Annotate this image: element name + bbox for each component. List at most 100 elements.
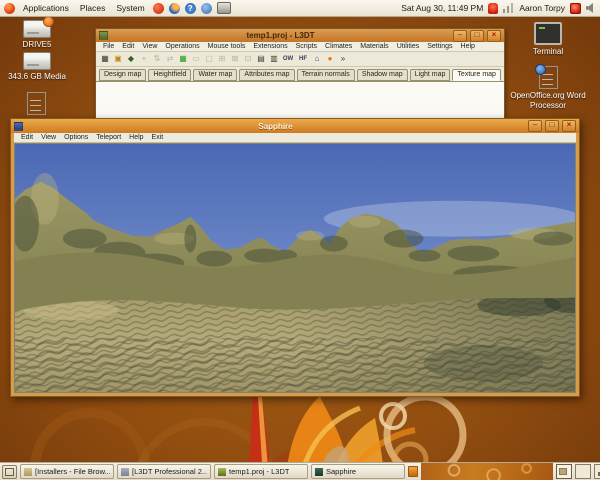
emblem-icon — [43, 16, 54, 27]
desktop-icon-terminal[interactable]: Terminal — [516, 22, 580, 57]
system-menu[interactable]: System — [113, 3, 147, 13]
tab-attributes-map[interactable]: Attributes map — [239, 69, 294, 81]
logout-icon[interactable] — [570, 3, 581, 14]
menu-teleport[interactable]: Teleport — [92, 134, 125, 141]
sapphire-3d-viewport[interactable] — [14, 143, 576, 393]
menu-view[interactable]: View — [138, 43, 161, 50]
task-label: [L3DT Professional 2... — [132, 467, 207, 476]
menu-operations[interactable]: Operations — [161, 43, 203, 50]
places-menu[interactable]: Places — [77, 3, 109, 13]
tab-shadow-map[interactable]: Shadow map — [357, 69, 408, 81]
package-manager-icon[interactable] — [201, 3, 212, 14]
heightfield-button[interactable]: HF — [296, 53, 310, 65]
panel-applet-icon[interactable] — [408, 466, 418, 477]
menu-climates[interactable]: Climates — [321, 43, 356, 50]
clock[interactable]: Sat Aug 30, 11:49 PM — [401, 3, 483, 13]
menu-edit[interactable]: Edit — [17, 134, 37, 141]
help-icon[interactable]: ? — [185, 3, 196, 14]
sapphire-titlebar[interactable]: Sapphire – □ × — [11, 119, 579, 133]
texture-view-icon[interactable]: ▤ — [255, 53, 267, 65]
select-tool-icon[interactable]: ▭ — [190, 53, 202, 65]
maximize-button[interactable]: □ — [470, 30, 484, 42]
zoom-tool-icon[interactable]: ⊡ — [242, 53, 254, 65]
show-desktop-icon[interactable] — [2, 465, 17, 479]
deselect-tool-icon[interactable]: ▢ — [203, 53, 215, 65]
document-icon — [27, 92, 46, 115]
update-notifier-icon[interactable] — [488, 3, 498, 14]
drive-icon — [23, 52, 51, 70]
minimize-button[interactable]: – — [528, 120, 542, 132]
desktop-icon-document[interactable] — [14, 92, 58, 115]
taskbar-item-installers[interactable]: [Installers - File Brow... — [20, 464, 114, 479]
close-button[interactable]: × — [487, 30, 501, 42]
grid-tool-icon[interactable]: ▦ — [177, 53, 189, 65]
tab-light-map[interactable]: Light map — [410, 69, 451, 81]
drive-icon — [23, 20, 51, 38]
menu-scripts[interactable]: Scripts — [292, 43, 321, 50]
sapphire-menubar: Edit View Options Teleport Help Exit — [14, 133, 576, 143]
menu-exit[interactable]: Exit — [148, 134, 168, 141]
menu-utilities[interactable]: Utilities — [393, 43, 424, 50]
l3dt-titlebar[interactable]: temp1.proj - L3DT – □ × — [96, 29, 504, 42]
l3dt-menubar: File Edit View Operations Mouse tools Ex… — [96, 42, 504, 52]
terminal-launcher-icon[interactable] — [217, 2, 231, 14]
task-label: [Installers - File Brow... — [35, 467, 110, 476]
calc-tool-icon[interactable]: + — [138, 53, 150, 65]
l3dt-window-icon — [99, 31, 108, 40]
menu-options[interactable]: Options — [60, 134, 92, 141]
l3dt-icon — [218, 468, 226, 476]
minimize-button[interactable]: – — [453, 30, 467, 42]
menu-view[interactable]: View — [37, 134, 60, 141]
taskbar-item-temp1proj[interactable]: temp1.proj - L3DT — [214, 464, 308, 479]
taskbar-item-sapphire[interactable]: Sapphire — [311, 464, 405, 479]
terminal-icon — [534, 22, 562, 45]
climate-icon[interactable]: ● — [324, 53, 336, 65]
workspace-2[interactable] — [575, 464, 591, 479]
menu-materials[interactable]: Materials — [356, 43, 392, 50]
l3dt-window: temp1.proj - L3DT – □ × File Edit View O… — [95, 28, 505, 128]
new-project-icon[interactable]: ▦ — [99, 53, 111, 65]
desktop-icon-media[interactable]: 343.6 GB Media — [6, 52, 68, 82]
tab-design-map[interactable]: Design map — [99, 69, 146, 81]
toolbar-overflow-icon[interactable]: » — [337, 53, 349, 65]
desktop-icon-openoffice[interactable]: OpenOffice.org Word Processor — [510, 66, 586, 110]
menu-help[interactable]: Help — [125, 134, 147, 141]
save-project-icon[interactable]: ◆ — [125, 53, 137, 65]
desktop-icon-label: 343.6 GB Media — [8, 72, 66, 82]
workspace-1[interactable] — [556, 464, 572, 479]
tab-terrain-normals[interactable]: Terrain normals — [297, 69, 355, 81]
menu-edit[interactable]: Edit — [118, 43, 138, 50]
tab-heightfield[interactable]: Heightfield — [148, 69, 191, 81]
network-signal-icon[interactable] — [503, 3, 514, 13]
volume-icon[interactable] — [586, 3, 596, 13]
desktop-icon-drive5[interactable]: DRIVE5 — [6, 20, 68, 50]
browser-launcher-icon[interactable] — [153, 3, 164, 14]
open-project-icon[interactable]: ▣ — [112, 53, 124, 65]
menu-mouse-tools[interactable]: Mouse tools — [204, 43, 250, 50]
menu-extensions[interactable]: Extensions — [249, 43, 291, 50]
workspace-3[interactable] — [594, 464, 600, 479]
sapphire-window-icon — [14, 122, 23, 131]
ubuntu-logo-icon[interactable] — [4, 3, 15, 14]
applications-menu[interactable]: Applications — [20, 3, 72, 13]
menu-settings[interactable]: Settings — [423, 43, 456, 50]
menu-file[interactable]: File — [99, 43, 118, 50]
window-icon — [121, 468, 129, 476]
crop-tool-icon[interactable]: ⊠ — [229, 53, 241, 65]
user-switcher[interactable]: Aaron Torpy — [519, 3, 565, 13]
folder-icon — [24, 468, 32, 476]
desktop-icon-label: DRIVE5 — [23, 40, 52, 50]
home-icon[interactable]: ⌂ — [311, 53, 323, 65]
maximize-button[interactable]: □ — [545, 120, 559, 132]
database-view-icon[interactable]: ▥ — [268, 53, 280, 65]
close-button[interactable]: × — [562, 120, 576, 132]
overlay-water-button[interactable]: OW — [281, 53, 295, 65]
shift-tool-icon[interactable]: ⇅ — [151, 53, 163, 65]
tab-water-map[interactable]: Water map — [193, 69, 237, 81]
taskbar-item-l3dt-pro[interactable]: [L3DT Professional 2... — [117, 464, 211, 479]
tab-texture-map[interactable]: Texture map — [452, 69, 501, 81]
firefox-icon[interactable] — [169, 3, 180, 14]
swap-tool-icon[interactable]: ⇄ — [164, 53, 176, 65]
menu-help[interactable]: Help — [457, 43, 479, 50]
expand-tool-icon[interactable]: ⊞ — [216, 53, 228, 65]
